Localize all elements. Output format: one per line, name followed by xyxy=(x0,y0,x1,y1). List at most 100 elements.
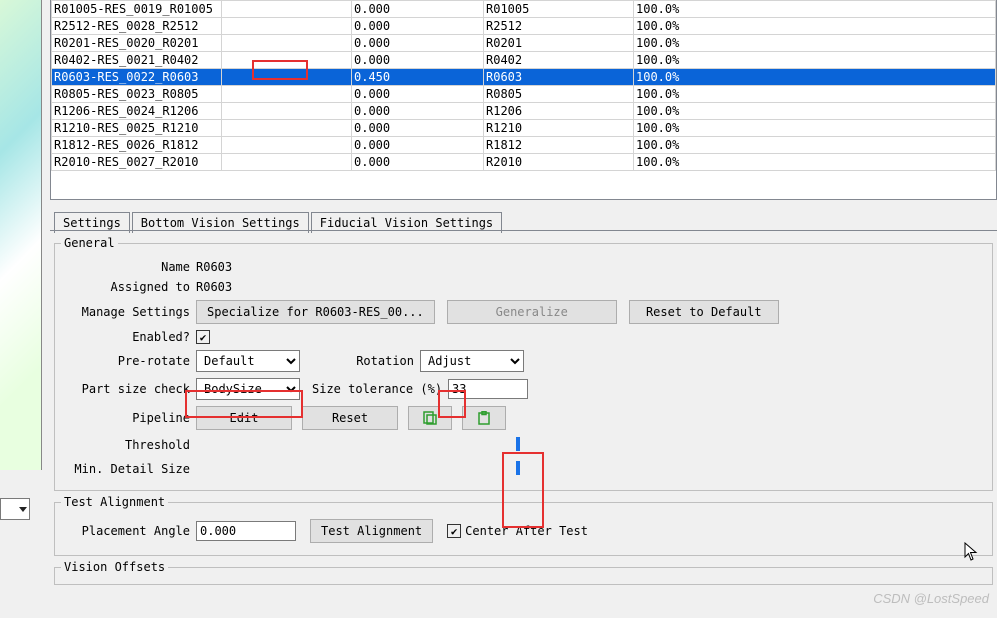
table-cell: 0.000 xyxy=(352,52,484,69)
table-cell: R0603 xyxy=(484,69,634,86)
preview-strip xyxy=(0,0,42,470)
parts-table-wrap: R01005-RES_0019_R010050.000R01005100.0%R… xyxy=(50,0,997,200)
min-detail-size-slider[interactable] xyxy=(196,460,516,478)
table-cell xyxy=(222,120,352,137)
table-row[interactable]: R01005-RES_0019_R01005 0.000R01005100.0% xyxy=(52,1,996,18)
table-cell: 100.0% xyxy=(634,86,996,103)
table-cell: R0805 xyxy=(484,86,634,103)
table-row[interactable]: R1812-RES_0026_R1812 0.000R1812100.0% xyxy=(52,137,996,154)
table-row[interactable]: R0805-RES_0023_R0805 0.000R0805100.0% xyxy=(52,86,996,103)
table-cell: 0.000 xyxy=(352,18,484,35)
center-after-test-checkbox[interactable]: ✔ xyxy=(447,524,461,538)
table-row[interactable]: R0402-RES_0021_R04020.000R0402100.0% xyxy=(52,52,996,69)
table-row[interactable]: R2010-RES_0027_R2010 0.000R2010100.0% xyxy=(52,154,996,171)
table-cell: 100.0% xyxy=(634,69,996,86)
rotation-label: Rotation xyxy=(300,354,420,368)
table-cell: R01005 xyxy=(484,1,634,18)
generalize-button[interactable]: Generalize xyxy=(447,300,617,324)
table-cell xyxy=(222,154,352,171)
tab-separator xyxy=(50,230,997,231)
rotation-select[interactable]: Adjust xyxy=(420,350,524,372)
name-value: R0603 xyxy=(196,260,232,274)
general-legend: General xyxy=(61,236,118,250)
test-alignment-legend: Test Alignment xyxy=(61,495,168,509)
table-cell: R1210 xyxy=(484,120,634,137)
table-row[interactable]: R0201-RES_0020_R0201 0.000R0201100.0% xyxy=(52,35,996,52)
table-cell: 100.0% xyxy=(634,154,996,171)
part-size-check-select[interactable]: BodySize xyxy=(196,378,300,400)
table-cell: 100.0% xyxy=(634,1,996,18)
size-tolerance-label: Size tolerance (%) xyxy=(300,382,448,396)
test-alignment-button[interactable]: Test Alignment xyxy=(310,519,433,543)
enabled-checkbox[interactable]: ✔ xyxy=(196,330,210,344)
enabled-label: Enabled? xyxy=(61,330,196,344)
name-label: Name xyxy=(61,260,196,274)
table-cell: R1206 xyxy=(484,103,634,120)
table-cell xyxy=(222,35,352,52)
table-cell: R2512 xyxy=(484,18,634,35)
center-after-test-label: Center After Test xyxy=(465,524,588,538)
table-cell: R0603-RES_0022_R0603 xyxy=(52,69,222,86)
table-cell: R1206-RES_0024_R1206 xyxy=(52,103,222,120)
table-cell: 0.000 xyxy=(352,103,484,120)
table-cell: 100.0% xyxy=(634,103,996,120)
table-cell: R2512-RES_0028_R2512 xyxy=(52,18,222,35)
pipeline-edit-button[interactable]: Edit xyxy=(196,406,292,430)
vision-offsets-legend: Vision Offsets xyxy=(61,560,168,574)
table-cell xyxy=(222,52,352,69)
pre-rotate-label: Pre-rotate xyxy=(61,354,196,368)
threshold-label: Threshold xyxy=(61,438,196,452)
table-cell: 100.0% xyxy=(634,137,996,154)
table-row[interactable]: R1210-RES_0025_R12100.000R1210100.0% xyxy=(52,120,996,137)
specialize-button[interactable]: Specialize for R0603-RES_00... xyxy=(196,300,435,324)
table-cell: R2010-RES_0027_R2010 xyxy=(52,154,222,171)
table-cell: 100.0% xyxy=(634,18,996,35)
test-alignment-group: Test Alignment Placement Angle Test Alig… xyxy=(54,495,993,556)
threshold-slider[interactable] xyxy=(196,436,516,454)
table-cell: R1812 xyxy=(484,137,634,154)
table-cell: 0.000 xyxy=(352,86,484,103)
table-cell: 0.450 xyxy=(352,69,484,86)
parts-table[interactable]: R01005-RES_0019_R010050.000R01005100.0%R… xyxy=(51,0,996,171)
assigned-to-label: Assigned to xyxy=(61,280,196,294)
pipeline-paste-button[interactable] xyxy=(462,406,506,430)
table-cell: 0.000 xyxy=(352,154,484,171)
manage-settings-label: Manage Settings xyxy=(61,305,196,319)
table-cell: R0402-RES_0021_R0402 xyxy=(52,52,222,69)
reset-to-default-button[interactable]: Reset to Default xyxy=(629,300,779,324)
table-cell: R1210-RES_0025_R1210 xyxy=(52,120,222,137)
vision-offsets-group: Vision Offsets xyxy=(54,560,993,585)
pipeline-reset-button[interactable]: Reset xyxy=(302,406,398,430)
table-cell: 100.0% xyxy=(634,120,996,137)
main-area: R01005-RES_0019_R010050.000R01005100.0%R… xyxy=(42,0,997,618)
watermark: CSDN @LostSpeed xyxy=(873,591,989,606)
table-cell xyxy=(222,1,352,18)
table-cell xyxy=(222,18,352,35)
placement-angle-input[interactable] xyxy=(196,521,296,541)
table-row[interactable]: R1206-RES_0024_R1206 0.000R1206100.0% xyxy=(52,103,996,120)
table-cell: R0805-RES_0023_R0805 xyxy=(52,86,222,103)
table-cell: 0.000 xyxy=(352,35,484,52)
table-cell: 0.000 xyxy=(352,137,484,154)
pre-rotate-select[interactable]: Default xyxy=(196,350,300,372)
size-tolerance-input[interactable] xyxy=(448,379,528,399)
general-group: General Name R0603 Assigned to R0603 Man… xyxy=(54,236,993,491)
table-cell: R2010 xyxy=(484,154,634,171)
table-row[interactable]: R0603-RES_0022_R0603 0.450R0603100.0% xyxy=(52,69,996,86)
table-cell: R0201 xyxy=(484,35,634,52)
copy-icon xyxy=(423,411,437,425)
part-size-check-label: Part size check xyxy=(61,382,196,396)
table-cell xyxy=(222,69,352,86)
table-cell xyxy=(222,103,352,120)
pipeline-copy-button[interactable] xyxy=(408,406,452,430)
pipeline-label: Pipeline xyxy=(61,411,196,425)
table-cell: 0.000 xyxy=(352,1,484,18)
table-cell: 100.0% xyxy=(634,35,996,52)
left-mini-dropdown[interactable] xyxy=(0,498,30,520)
table-cell: R1812-RES_0026_R1812 xyxy=(52,137,222,154)
paste-icon xyxy=(477,411,491,425)
table-cell: R01005-RES_0019_R01005 xyxy=(52,1,222,18)
table-cell: R0201-RES_0020_R0201 xyxy=(52,35,222,52)
table-cell xyxy=(222,86,352,103)
table-row[interactable]: R2512-RES_0028_R2512 0.000R2512100.0% xyxy=(52,18,996,35)
